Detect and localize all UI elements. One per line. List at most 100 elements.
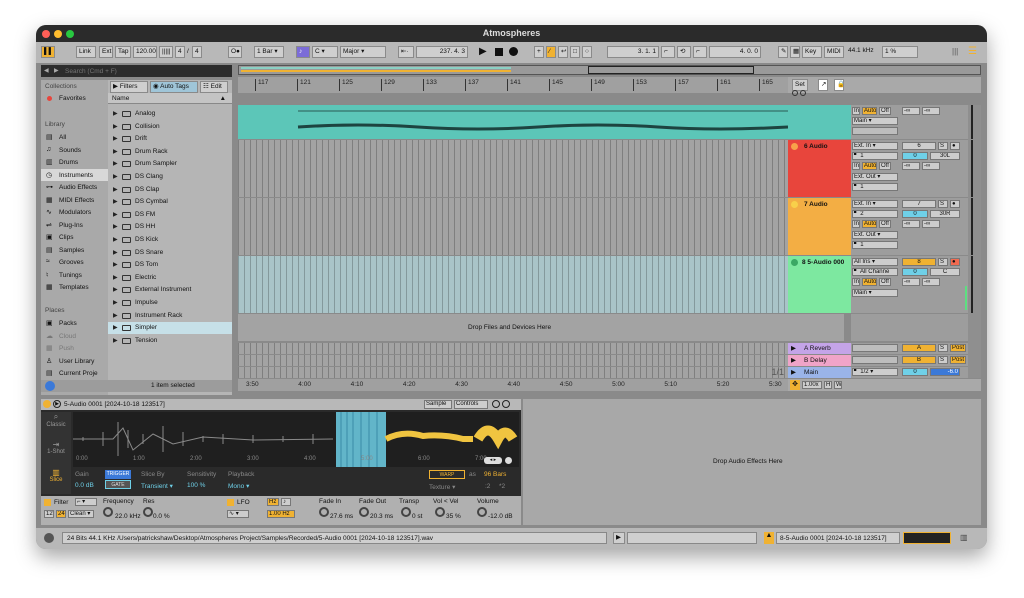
link-button[interactable]: Link (76, 46, 96, 58)
t7-solo[interactable]: S (938, 200, 948, 208)
volvel-value[interactable]: 35 % (446, 513, 461, 520)
tab-sample[interactable]: Sample (424, 400, 452, 409)
t8-activator-icon[interactable] (791, 259, 798, 266)
sidebar-item-clips[interactable]: ▣ Clips (41, 231, 108, 243)
file-row[interactable]: ▶ Tension (108, 335, 232, 347)
session-record-icon[interactable]: ○ (582, 46, 592, 58)
forward-icon[interactable]: ▶ (54, 67, 59, 74)
fade-in-value[interactable]: 27.6 ms (330, 513, 353, 520)
res-knob-icon[interactable] (143, 507, 153, 517)
overdub-icon[interactable]: + (534, 46, 544, 58)
t1-auto-button[interactable]: Auto (862, 107, 877, 115)
t7-volume[interactable]: 0 (902, 210, 928, 218)
sidebar-item-modulators[interactable]: ∿ Modulators (41, 206, 108, 218)
t7-input-channel[interactable]: ▘ 2 (852, 210, 898, 218)
warp-button[interactable]: WARP (429, 470, 465, 479)
half-length-button[interactable]: :2 (485, 483, 490, 490)
file-row[interactable]: ▶ DS Snare (108, 247, 232, 259)
sidebar-item-templates[interactable]: ▦ Templates (41, 281, 108, 293)
frequency-knob-icon[interactable] (103, 507, 113, 517)
expand-icon[interactable]: ↗ (818, 79, 828, 91)
h-button[interactable]: H (824, 381, 832, 389)
t7-send-b[interactable]: -∞ (922, 220, 940, 228)
return-lane-b[interactable] (238, 355, 788, 366)
slice-by-menu[interactable]: Transient ▾ (141, 482, 173, 490)
warp-bars[interactable]: 96 Bars (484, 471, 506, 478)
transp-value[interactable]: 0 st (412, 513, 422, 520)
expand-arrow-icon[interactable]: ▶ (113, 110, 118, 117)
tab-controls[interactable]: Controls (454, 400, 488, 409)
file-row[interactable]: ▶ DS Kick (108, 234, 232, 246)
expand-arrow-icon[interactable]: ▶ (113, 261, 118, 268)
sidebar-item-drums[interactable]: ▥ Drums (41, 156, 108, 168)
t6-send-a[interactable]: -∞ (902, 162, 920, 170)
expand-arrow-icon[interactable]: ▶ (113, 274, 118, 281)
status-play-icon[interactable]: ▶ (613, 532, 625, 544)
volvel-knob-icon[interactable] (435, 507, 445, 517)
edit-button[interactable]: ☷ Edit (200, 81, 228, 93)
expand-arrow-icon[interactable]: ▶ (113, 198, 118, 205)
t6-pan[interactable]: 30L (930, 152, 960, 160)
return-header-b[interactable]: ▶ B Delay (788, 355, 851, 366)
t8-output-menu[interactable]: Main ▾ (852, 289, 898, 297)
expand-arrow-icon[interactable]: ▶ (113, 123, 118, 130)
res-value[interactable]: 0.0 % (153, 513, 170, 520)
file-row[interactable]: ▶ Impulse (108, 297, 232, 309)
t6-number[interactable]: 6 (902, 142, 936, 150)
w-button[interactable]: W (834, 381, 842, 389)
main-lane[interactable]: 1/1 (238, 367, 788, 378)
t6-input-menu[interactable]: Ext. In ▾ (852, 142, 898, 150)
filter-shape-menu[interactable]: ⌐ ▾ (75, 498, 97, 506)
track-header-6[interactable]: 6 Audio (788, 140, 851, 197)
filter-12-button[interactable]: 12 (44, 510, 54, 518)
play-icon[interactable]: ▶ (479, 46, 491, 58)
file-row[interactable]: ▶ DS Tom (108, 259, 232, 271)
beat-time-ruler[interactable]: 117 121 125 129 133 137 141 145 149 153 157 161 165 (238, 77, 788, 93)
file-row[interactable]: ▶ Drum Rack (108, 146, 232, 158)
t7-send-a[interactable]: -∞ (902, 220, 920, 228)
t7-output-channel[interactable]: ▘ 1 (852, 241, 898, 249)
t7-off-button[interactable]: Off (879, 220, 891, 228)
t8-in-button[interactable]: In (852, 278, 860, 286)
scale-menu[interactable]: Major ▾ (340, 46, 386, 58)
main-channel-menu[interactable]: ▘ 1/2 ▾ (852, 368, 898, 376)
expand-arrow-icon[interactable]: ▶ (113, 211, 118, 218)
overview-viewport[interactable] (588, 66, 754, 74)
file-row[interactable]: ▶ DS Clap (108, 184, 232, 196)
back-icon[interactable]: ◀ (44, 67, 49, 74)
expand-arrow-icon[interactable]: ▶ (113, 299, 118, 306)
filters-button[interactable]: ▶ Filters (110, 81, 148, 93)
t8-name[interactable]: 8 5-Audio 000 (802, 259, 844, 266)
clip-hotswap-icon[interactable] (492, 400, 500, 408)
place-item-packs[interactable]: ▣ Packs (41, 318, 108, 330)
expand-arrow-icon[interactable]: ▶ (113, 173, 118, 180)
follow-icon[interactable]: ⇤· (398, 46, 414, 58)
main-volume[interactable]: 0 (902, 368, 928, 376)
arrangement-overview[interactable] (238, 65, 981, 75)
t6-send-b[interactable]: -∞ (922, 162, 940, 170)
t8-arm-icon[interactable]: ● (950, 258, 960, 266)
t6-activator-icon[interactable] (791, 143, 798, 150)
file-row[interactable]: ▶ DS Clang (108, 171, 232, 183)
loop-switch-icon[interactable]: ⟲ (677, 46, 691, 58)
file-row[interactable]: ▶ DS Cymbal (108, 196, 232, 208)
t6-solo[interactable]: S (938, 142, 948, 150)
arrangement-position[interactable]: 237. 4. 3 (416, 46, 468, 58)
transp-knob-icon[interactable] (401, 507, 411, 517)
sidebar-item-instruments[interactable]: ◷ Instruments (41, 168, 108, 181)
file-row[interactable]: ▶ Electric (108, 272, 232, 284)
return-b-activator-icon[interactable]: ▶ (791, 356, 796, 364)
track-header-8[interactable]: 8 5-Audio 000 (788, 256, 851, 313)
file-row[interactable]: ▶ Simpler (108, 322, 232, 335)
clip-save-icon[interactable] (502, 400, 510, 408)
time-sig-numerator[interactable]: 4 (175, 46, 185, 58)
info-view-icon[interactable] (44, 533, 54, 543)
fade-out-value[interactable]: 20.3 ms (370, 513, 393, 520)
t1-in-button[interactable]: In (852, 107, 860, 115)
mode-oneshot[interactable]: ⇥ 1-Shot (41, 440, 71, 466)
expand-arrow-icon[interactable]: ▶ (113, 249, 118, 256)
return-a-solo[interactable]: S (938, 344, 948, 352)
t7-activator-icon[interactable] (791, 201, 798, 208)
expand-arrow-icon[interactable]: ▶ (113, 286, 118, 293)
return-b-letter[interactable]: B (902, 356, 936, 364)
